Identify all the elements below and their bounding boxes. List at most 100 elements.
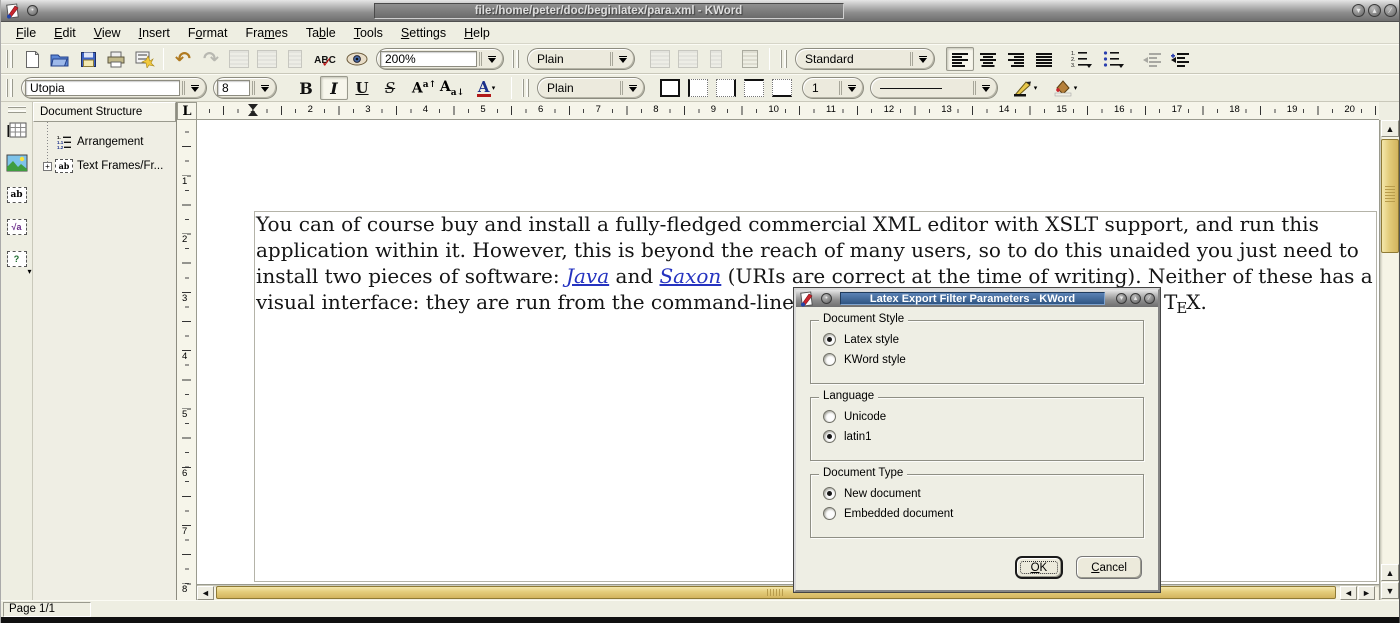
option-latex-style[interactable]: Latex style [823,333,1143,346]
tree-item-arrangement[interactable]: 1. 1.1 1.2 Arrangement [33,130,176,154]
spellcheck-button[interactable]: ABC ✓ [309,47,341,71]
font-size-combobox[interactable]: 8 [213,77,277,99]
reconnect-frame-button[interactable] [281,47,309,71]
menu-insert[interactable]: Insert [130,24,179,42]
combo-arrow-icon[interactable] [187,80,203,96]
create-style-button[interactable] [646,47,674,71]
scroll-right-button[interactable]: ► [1358,586,1375,600]
zoom-tool-button[interactable] [341,47,373,71]
document-line[interactable]: install two pieces of software: Java and… [256,264,1373,290]
delete-frame-button[interactable] [253,47,281,71]
toolbar-grip[interactable] [780,50,782,68]
insert-text-frame-button[interactable]: ab [4,182,30,208]
background-color-button[interactable]: ▾ [1045,76,1085,100]
apply-style-button[interactable] [702,47,730,71]
toolbar-grip[interactable] [522,79,524,97]
menu-help[interactable]: Help [455,24,499,42]
strikethrough-button[interactable]: S [376,76,404,100]
toolbar-grip[interactable] [8,106,26,108]
document-canvas[interactable]: You can of course buy and install a full… [197,120,1379,584]
menu-file[interactable]: File [7,24,45,42]
menu-table[interactable]: Table [297,24,345,42]
redo-button[interactable]: ↷ [197,47,225,71]
menu-settings[interactable]: Settings [392,24,455,42]
border-outline-button[interactable] [656,76,684,100]
combo-arrow-icon[interactable] [484,51,500,67]
border-top-button[interactable] [740,76,768,100]
close-button[interactable]: ∕ [1144,293,1155,304]
tree-item-text-frames[interactable]: + ab Text Frames/Fr... [33,154,176,178]
frame-columns-button[interactable] [736,47,764,71]
insert-table-button[interactable] [4,118,30,144]
menu-frames[interactable]: Frames [236,24,296,42]
scroll-down-button[interactable]: ▼ [1381,582,1399,599]
combo-arrow-icon[interactable] [915,51,931,67]
frame-style-combobox[interactable]: Plain [537,77,645,99]
italic-button[interactable]: I [320,76,348,100]
radio-kword-style[interactable] [823,353,836,366]
dialog-titlebar[interactable]: • Latex Export Filter Parameters - KWord… [796,290,1158,307]
radio-latex-style[interactable] [823,333,836,346]
edit-frame-button[interactable] [225,47,253,71]
hyperlink[interactable]: Java [566,264,609,288]
toolbar-grip[interactable] [6,79,8,97]
scroll-left-button[interactable]: ◄ [197,586,214,600]
expander-plus-icon[interactable]: + [43,162,52,171]
border-left-button[interactable] [684,76,712,100]
document-line[interactable]: application within it. However, this is … [256,238,1359,264]
underline-button[interactable]: U [348,76,376,100]
vertical-scrollbar-thumb[interactable] [1381,139,1399,253]
option-latin1[interactable]: latin1 [823,430,1143,443]
minimize-button[interactable]: ▾ [1116,293,1127,304]
increase-indent-button[interactable] [1166,47,1194,71]
stylesheet-combobox[interactable]: Standard [795,48,935,70]
bullet-list-button[interactable] [1098,47,1130,71]
ok-button[interactable]: OK [1015,556,1064,579]
align-right-button[interactable] [1002,47,1030,71]
toolbar-grip[interactable] [6,50,8,68]
option-new-document[interactable]: New document [823,487,1143,500]
decrease-indent-button[interactable] [1138,47,1166,71]
font-family-combobox[interactable]: Utopia [21,77,207,99]
numbered-list-button[interactable]: 1. 2. 3. [1066,47,1098,71]
radio-embedded-document[interactable] [823,507,836,520]
insert-object-button[interactable]: ? ▾ [4,246,30,272]
cancel-button[interactable]: Cancel [1076,556,1142,579]
insert-formula-button[interactable]: √a [4,214,30,240]
document-line[interactable]: You can of course buy and install a full… [256,212,1319,238]
superscript-button[interactable]: Aa↑ [410,76,438,100]
option-embedded-document[interactable]: Embedded document [823,507,1143,520]
align-left-button[interactable] [946,47,974,71]
align-center-button[interactable] [974,47,1002,71]
print-preview-button[interactable] [130,47,158,71]
menu-format[interactable]: Format [179,24,237,42]
open-document-button[interactable] [46,47,74,71]
font-family-value[interactable]: Utopia [25,80,180,96]
option-unicode[interactable]: Unicode [823,410,1143,423]
font-color-button[interactable]: A ▾ [466,76,506,100]
vertical-scrollbar[interactable]: ▲ ▲ ▼ [1379,120,1399,600]
document-line[interactable]: visual interface: they are run from the … [256,290,807,316]
vertical-ruler[interactable]: 12345678 [177,120,197,600]
horizontal-ruler[interactable]: 1234567891011121314151617181920 [197,102,1379,120]
font-size-value[interactable]: 8 [217,80,250,96]
border-right-button[interactable] [712,76,740,100]
menu-edit[interactable]: Edit [45,24,85,42]
save-document-button[interactable] [74,47,102,71]
sticky-button[interactable]: • [821,293,832,304]
subscript-button[interactable]: Aa↓ [438,76,466,100]
combo-arrow-icon[interactable] [615,51,631,67]
combo-arrow-icon[interactable] [844,80,860,96]
scroll-up-button-2[interactable]: ▲ [1381,564,1399,581]
print-button[interactable] [102,47,130,71]
option-kword-style[interactable]: KWord style [823,353,1143,366]
border-color-button[interactable]: ▾ [1005,76,1045,100]
hyperlink[interactable]: Saxon [659,264,721,288]
sticky-button[interactable]: • [27,5,38,16]
combo-arrow-icon[interactable] [257,80,273,96]
paragraph-style-combobox[interactable]: Plain [527,48,635,70]
zoom-combobox[interactable]: 200% [376,48,504,70]
maximize-button[interactable]: ▴ [1368,4,1381,17]
horizontal-scrollbar-thumb[interactable] [216,586,1336,599]
menu-view[interactable]: View [85,24,130,42]
